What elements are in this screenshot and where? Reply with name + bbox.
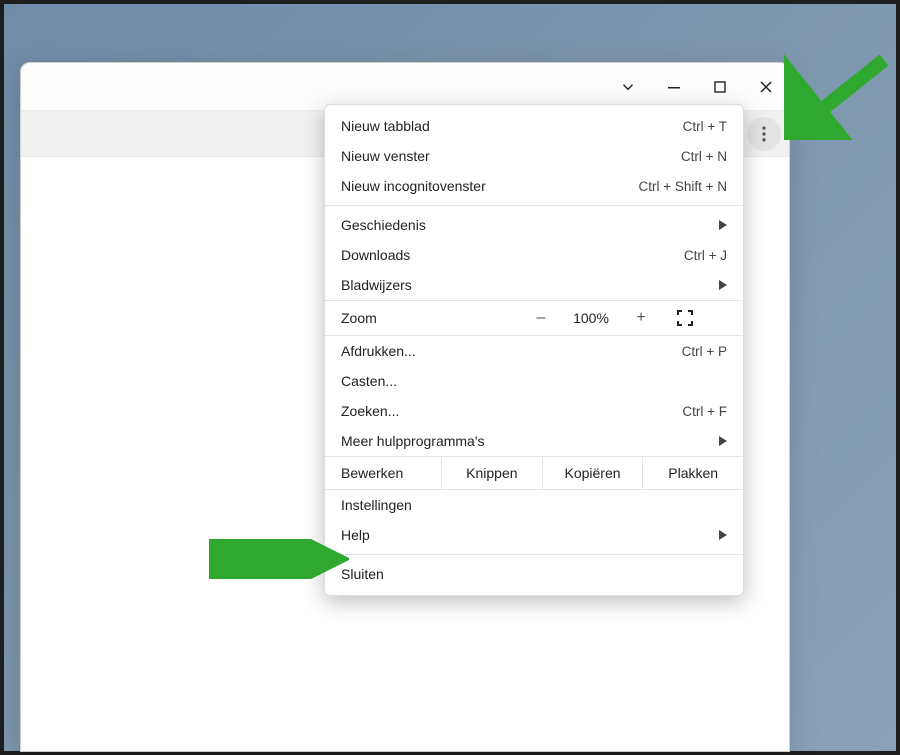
menu-item-exit[interactable]: Sluiten — [325, 559, 743, 589]
menu-shortcut: Ctrl + Shift + N — [638, 179, 727, 194]
menu-item-more-tools[interactable]: Meer hulpprogramma's — [325, 426, 743, 456]
chrome-menu: Nieuw tabblad Ctrl + T Nieuw venster Ctr… — [324, 104, 744, 596]
menu-label: Nieuw incognitovenster — [341, 178, 486, 194]
menu-label: Downloads — [341, 247, 410, 263]
menu-item-zoom: Zoom – 100% + — [325, 300, 743, 336]
fullscreen-button[interactable] — [661, 310, 709, 326]
menu-label: Geschiedenis — [341, 217, 426, 233]
menu-item-cast[interactable]: Casten... — [325, 366, 743, 396]
edit-label: Bewerken — [325, 465, 441, 481]
menu-label: Nieuw tabblad — [341, 118, 430, 134]
menu-label: Afdrukken... — [341, 343, 416, 359]
menu-shortcut: Ctrl + J — [684, 248, 727, 263]
menu-item-find[interactable]: Zoeken... Ctrl + F — [325, 396, 743, 426]
kebab-menu-icon[interactable] — [747, 117, 781, 151]
menu-shortcut: Ctrl + T — [683, 119, 727, 134]
menu-item-settings[interactable]: Instellingen — [325, 490, 743, 520]
separator — [325, 205, 743, 206]
submenu-arrow-icon — [717, 220, 727, 230]
menu-label: Bladwijzers — [341, 277, 412, 293]
menu-item-new-tab[interactable]: Nieuw tabblad Ctrl + T — [325, 111, 743, 141]
zoom-out-button[interactable]: – — [521, 309, 561, 327]
paste-button[interactable]: Plakken — [642, 457, 743, 489]
menu-shortcut: Ctrl + P — [682, 344, 727, 359]
annotation-arrow-icon — [209, 539, 349, 579]
menu-item-downloads[interactable]: Downloads Ctrl + J — [325, 240, 743, 270]
menu-item-edit: Bewerken Knippen Kopiëren Plakken — [325, 456, 743, 490]
submenu-arrow-icon — [717, 436, 727, 446]
menu-item-bookmarks[interactable]: Bladwijzers — [325, 270, 743, 300]
menu-label: Instellingen — [341, 497, 412, 513]
menu-label: Zoeken... — [341, 403, 399, 419]
separator — [325, 554, 743, 555]
cut-button[interactable]: Knippen — [441, 457, 542, 489]
menu-label: Meer hulpprogramma's — [341, 433, 485, 449]
menu-item-help[interactable]: Help — [325, 520, 743, 550]
copy-button[interactable]: Kopiëren — [542, 457, 643, 489]
zoom-in-button[interactable]: + — [621, 309, 661, 327]
annotation-arrow-icon — [784, 50, 894, 140]
submenu-arrow-icon — [717, 530, 727, 540]
menu-label: Casten... — [341, 373, 397, 389]
menu-item-new-incognito[interactable]: Nieuw incognitovenster Ctrl + Shift + N — [325, 171, 743, 201]
zoom-label: Zoom — [341, 310, 521, 326]
menu-shortcut: Ctrl + N — [681, 149, 727, 164]
menu-label: Nieuw venster — [341, 148, 430, 164]
submenu-arrow-icon — [717, 280, 727, 290]
menu-item-new-window[interactable]: Nieuw venster Ctrl + N — [325, 141, 743, 171]
zoom-value: 100% — [561, 310, 621, 326]
menu-shortcut: Ctrl + F — [682, 404, 727, 419]
menu-item-print[interactable]: Afdrukken... Ctrl + P — [325, 336, 743, 366]
close-button[interactable] — [743, 63, 789, 111]
menu-item-history[interactable]: Geschiedenis — [325, 210, 743, 240]
